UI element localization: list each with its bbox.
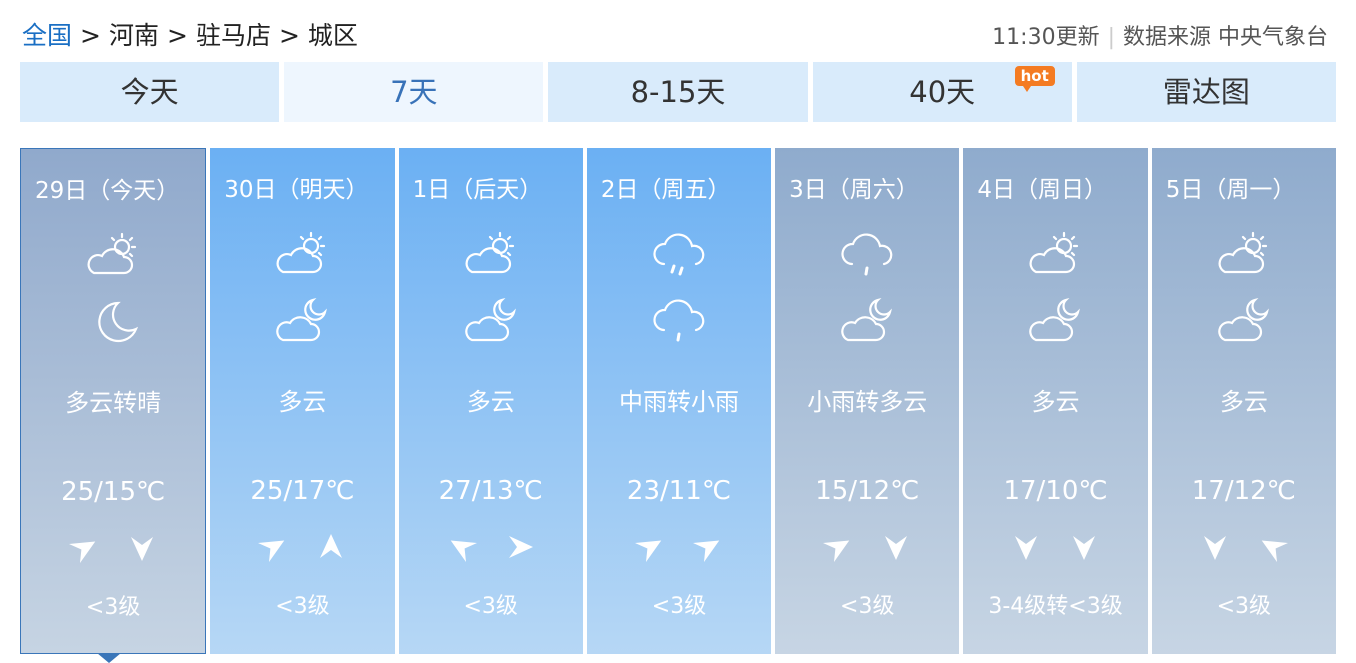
partly-cloudy-sun-icon (1218, 231, 1267, 274)
day-date: 3日（周六） (789, 177, 919, 203)
weather-description: 多云 (466, 388, 515, 416)
seven-day-forecast: 29日（今天） 多云转晴 25/15℃ <3级 30日（明天） 多云 25/17… (20, 148, 1336, 663)
temperature-range: 23/11℃ (626, 476, 732, 506)
wind-level: <3级 (840, 594, 895, 619)
tab-8-15-days[interactable]: 8-15天 (548, 62, 808, 122)
day-date: 5日（周一） (1165, 177, 1296, 203)
day-card[interactable]: 29日（今天） 多云转晴 25/15℃ <3级 (20, 148, 207, 663)
temperature-range: 25/17℃ (250, 476, 355, 506)
breadcrumb-separator: > (166, 21, 188, 50)
partly-cloudy-sun-icon (276, 231, 326, 274)
partly-cloudy-sun-icon (1029, 231, 1079, 274)
temperature-range: 25/15℃ (61, 477, 166, 507)
wind-level: <3级 (85, 595, 141, 620)
wind-direction-arrow-icon (69, 541, 96, 563)
tab-radar[interactable]: 雷达图 (1076, 62, 1337, 122)
temperature-range: 27/13℃ (438, 476, 543, 506)
day-date: 2日（周五） (600, 177, 731, 203)
partly-cloudy-moon-icon (276, 298, 328, 342)
breadcrumb-separator: > (278, 21, 300, 50)
breadcrumb-district[interactable]: 城区 (308, 21, 358, 50)
wind-direction-arrow-icon (258, 540, 285, 562)
wind-direction-arrow-icon (450, 540, 477, 562)
crescent-moon-icon (98, 301, 139, 343)
wind-direction-arrow-icon (320, 534, 343, 558)
meta-divider: | (1107, 25, 1115, 50)
wind-direction-arrow-icon (508, 536, 533, 558)
partly-cloudy-moon-icon (464, 298, 516, 342)
breadcrumb: 全国 > 河南 > 驻马店 > 城区 (22, 16, 358, 52)
partly-cloudy-moon-icon (841, 298, 893, 342)
wind-level: <3级 (463, 594, 518, 619)
weather-description: 多云转晴 (65, 389, 162, 417)
wind-level: <3级 (1216, 594, 1272, 619)
partly-cloudy-moon-icon (1029, 298, 1081, 342)
rain-cloud-icon (653, 299, 705, 342)
wind-direction-arrow-icon (1203, 536, 1226, 560)
forecast-tabs: 今天 7天 8-15天 40天 hot 雷达图 (20, 62, 1337, 122)
wind-direction-arrow-icon (634, 540, 662, 562)
day-card[interactable]: 4日（周日） 多云 17/10℃ 3-4级转<3级 (963, 148, 1148, 654)
weather-description: 中雨转小雨 (618, 388, 739, 416)
breadcrumb-home-link[interactable]: 全国 (22, 21, 72, 50)
weather-description: 多云 (1031, 388, 1080, 416)
data-source: 数据来源 中央气象台 (1123, 25, 1328, 50)
partly-cloudy-moon-icon (1217, 298, 1269, 342)
day-date: 30日（明天） (224, 177, 369, 203)
wind-direction-arrow-icon (1015, 536, 1038, 560)
weather-description: 多云 (1219, 388, 1268, 416)
day-date: 1日（后天） (412, 177, 543, 203)
tab-40-days-label: 40天 (909, 75, 976, 109)
tab-40-days[interactable]: 40天 hot (812, 62, 1072, 122)
weather-description: 小雨转多云 (807, 388, 928, 416)
day-card[interactable]: 1日（后天） 多云 27/13℃ <3级 (398, 148, 583, 654)
partly-cloudy-sun-icon (465, 231, 514, 274)
wind-direction-arrow-icon (1261, 540, 1288, 562)
wind-level: 3-4级转<3级 (988, 594, 1123, 619)
hot-badge: hot (1014, 66, 1055, 92)
rain-cloud-icon (841, 233, 893, 276)
temperature-range: 17/12℃ (1191, 476, 1296, 506)
tab-7-days[interactable]: 7天 (284, 62, 544, 122)
day-card[interactable]: 30日（明天） 多云 25/17℃ <3级 (210, 148, 395, 654)
day-card[interactable]: 3日（周六） 小雨转多云 15/12℃ <3级 (775, 148, 960, 654)
temperature-range: 15/12℃ (815, 476, 920, 506)
wind-level: <3级 (651, 594, 707, 619)
location-bar: 全国 > 河南 > 驻马店 > 城区 11:30更新 | 数据来源 中央气象台 (0, 0, 1356, 62)
breadcrumb-separator: > (80, 21, 101, 50)
breadcrumb-province[interactable]: 河南 (109, 21, 159, 50)
day-date: 29日（今天） (35, 178, 180, 204)
wind-direction-arrow-icon (823, 540, 850, 562)
day-date: 4日（周日） (977, 177, 1108, 203)
tab-today[interactable]: 今天 (20, 62, 280, 122)
update-info: 11:30更新 | 数据来源 中央气象台 (992, 19, 1328, 51)
rain-cloud-icon (653, 233, 705, 276)
weather-description: 多云 (278, 388, 327, 416)
wind-direction-arrow-icon (692, 540, 720, 562)
day-card[interactable]: 5日（周一） 多云 17/12℃ <3级 (1151, 148, 1336, 654)
day-card[interactable]: 2日（周五） 中雨转小雨 23/11℃ <3级 (586, 148, 772, 654)
wind-direction-arrow-icon (885, 536, 908, 560)
temperature-range: 17/10℃ (1003, 476, 1108, 506)
wind-direction-arrow-icon (1073, 536, 1096, 560)
wind-direction-arrow-icon (131, 537, 153, 561)
breadcrumb-city[interactable]: 驻马店 (196, 21, 271, 50)
partly-cloudy-sun-icon (87, 232, 137, 275)
update-time: 11:30更新 (992, 25, 1100, 50)
wind-level: <3级 (275, 594, 330, 619)
